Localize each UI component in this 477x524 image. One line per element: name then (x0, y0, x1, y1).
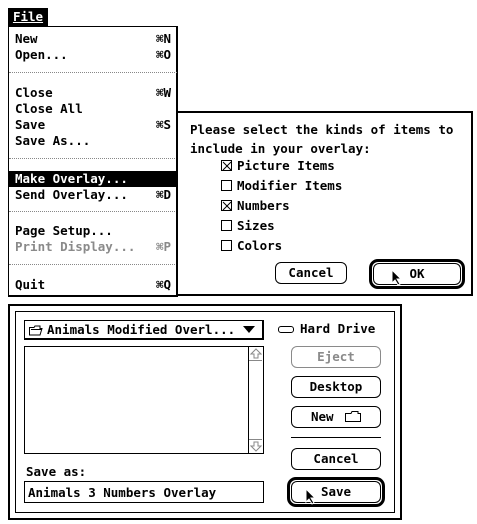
checkbox-unchecked[interactable] (221, 180, 232, 191)
option-label: Picture Items (237, 158, 335, 173)
menu-separator (9, 211, 177, 212)
menu-item-save[interactable]: Save ⌘S (9, 117, 177, 133)
menu-item-label: Page Setup... (15, 223, 113, 238)
menu-item-close-all[interactable]: Close All (9, 101, 177, 117)
save-button-label: Save (320, 484, 352, 499)
menu-item-close[interactable]: Close ⌘W (9, 85, 177, 101)
arrow-cursor-icon (305, 488, 317, 505)
overlay-options-dialog: Please select the kinds of items to incl… (176, 111, 473, 296)
save-dialog-inner-frame: Animals Modified Overl... Hard Drive Eje… (15, 311, 395, 513)
scroll-up-arrow-icon[interactable] (250, 348, 262, 360)
menu-item-shortcut: ⌘N (155, 31, 171, 46)
menu-item-shortcut: ⌘W (155, 85, 171, 100)
menu-item-shortcut: ⌘S (155, 117, 171, 132)
menu-item-save-as[interactable]: Save As... (9, 133, 177, 149)
folder-popup-menu[interactable]: Animals Modified Overl... (24, 320, 264, 340)
option-label: Sizes (237, 218, 275, 233)
file-menu-title-label: File (12, 9, 44, 24)
save-as-label: Save as: (26, 464, 87, 479)
checkbox-checked[interactable] (221, 160, 232, 171)
menu-separator (9, 72, 177, 73)
button-divider (291, 437, 381, 438)
folder-popup-label: Animals Modified Overl... (47, 322, 236, 337)
option-label: Colors (237, 238, 283, 253)
triangle-down-icon (243, 326, 255, 333)
menu-item-shortcut: ⌘O (155, 47, 171, 62)
new-folder-button-label: New (310, 409, 334, 424)
open-folder-icon (29, 325, 43, 336)
menu-item-label: New (15, 31, 38, 46)
scrollbar-divider (249, 360, 262, 361)
menu-item-send-overlay[interactable]: Send Overlay... ⌘D (9, 187, 177, 203)
menu-item-label: Save (15, 117, 46, 132)
save-dialog-cancel-button[interactable]: Cancel (291, 448, 381, 470)
eject-button[interactable]: Eject (291, 346, 381, 368)
drive-label: Hard Drive (300, 321, 376, 336)
menu-item-label: Send Overlay... (15, 187, 128, 202)
menu-item-new[interactable]: New ⌘N (9, 31, 177, 47)
menu-item-label: Open... (15, 47, 68, 62)
menu-item-label: Quit (15, 277, 46, 292)
menu-item-shortcut: ⌘P (155, 239, 171, 254)
menu-item-shortcut: ⌘Q (155, 277, 171, 292)
file-menu-title[interactable]: File (8, 8, 48, 26)
menu-item-page-setup[interactable]: Page Setup... (9, 223, 177, 239)
file-menu: New ⌘N Open... ⌘O Close ⌘W Close All Sav… (8, 26, 178, 297)
menu-item-label: Make Overlay... (15, 171, 128, 186)
menu-separator (9, 158, 177, 159)
arrow-cursor-icon (391, 269, 403, 286)
filename-value: Animals 3 Numbers Overlay (28, 485, 217, 500)
scroll-down-arrow-icon[interactable] (250, 440, 262, 452)
checkbox-unchecked[interactable] (221, 240, 232, 251)
checkbox-unchecked[interactable] (221, 220, 232, 231)
menu-item-label: Close All (15, 101, 83, 116)
menu-item-label: Print Display... (15, 239, 136, 254)
menu-item-label: Close (15, 85, 53, 100)
ok-button-label: OK (409, 266, 425, 281)
option-label: Numbers (237, 198, 290, 213)
menu-item-quit[interactable]: Quit ⌘Q (9, 277, 177, 293)
folder-icon (345, 411, 362, 422)
checkbox-checked[interactable] (221, 200, 232, 211)
menu-item-label: Save As... (15, 133, 91, 148)
file-list[interactable] (24, 346, 264, 454)
new-folder-button[interactable]: New (291, 406, 381, 428)
desktop-button[interactable]: Desktop (291, 376, 381, 398)
scrollbar[interactable] (248, 347, 263, 453)
menu-item-make-overlay[interactable]: Make Overlay... (9, 171, 177, 187)
dialog-prompt-line1: Please select the kinds of items to (190, 122, 454, 137)
menu-item-shortcut: ⌘D (155, 187, 171, 202)
ok-button[interactable]: OK (373, 263, 461, 285)
menu-item-open[interactable]: Open... ⌘O (9, 47, 177, 63)
filename-field[interactable]: Animals 3 Numbers Overlay (24, 481, 264, 503)
dialog-prompt-line2: include in your overlay: (190, 141, 371, 156)
menu-item-print-display[interactable]: Print Display... ⌘P (9, 239, 177, 255)
save-dialog: Animals Modified Overl... Hard Drive Eje… (8, 304, 402, 520)
menu-separator (9, 264, 177, 265)
cancel-button[interactable]: Cancel (275, 262, 347, 284)
check-x-icon (222, 161, 232, 171)
option-label: Modifier Items (237, 178, 343, 193)
hard-drive-icon (278, 326, 294, 333)
check-x-icon (222, 201, 232, 211)
